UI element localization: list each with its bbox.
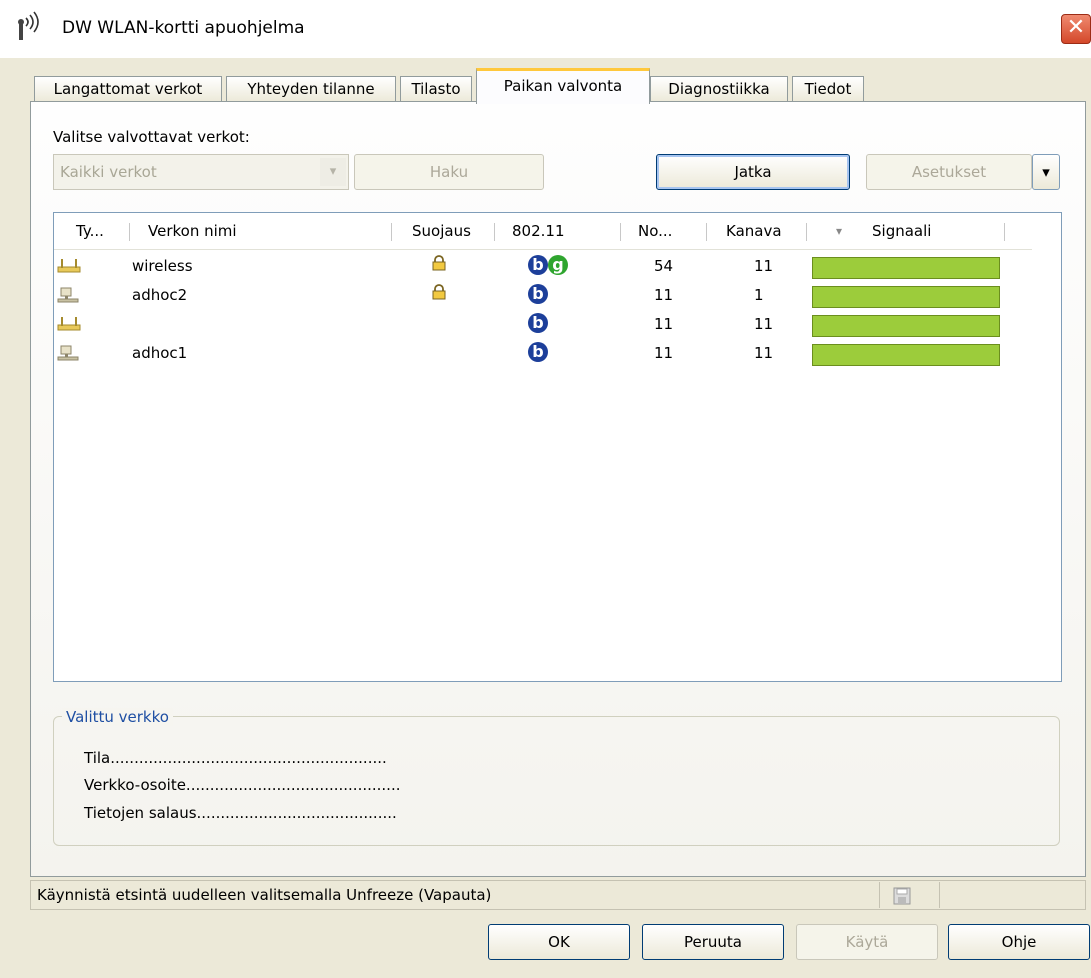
rate-value: 54 <box>654 257 674 275</box>
table-row[interactable]: adhoc1 b 11 11 <box>54 340 1029 369</box>
network-filter-value: Kaikki verkot <box>60 163 157 181</box>
column-header-signal[interactable]: Signaali <box>872 213 931 249</box>
header-divider <box>54 249 1032 250</box>
column-header-network-name[interactable]: Verkon nimi <box>148 213 237 249</box>
mode-badges: b <box>528 342 548 362</box>
chevron-down-icon: ▾ <box>1042 163 1050 181</box>
floppy-disk-icon <box>893 887 911 905</box>
network-name: adhoc2 <box>132 286 188 304</box>
selected-network-title: Valittu verkko <box>62 708 173 726</box>
column-separator[interactable] <box>129 223 130 241</box>
column-header-rate[interactable]: No... <box>638 213 672 249</box>
channel-value: 11 <box>754 315 774 333</box>
network-name: wireless <box>132 257 193 275</box>
ok-button[interactable]: OK <box>488 924 630 960</box>
status-divider <box>939 882 940 908</box>
mode-b-icon: b <box>528 342 548 362</box>
tab-statistics[interactable]: Tilasto <box>400 76 472 102</box>
chevron-down-icon[interactable]: ▾ <box>320 158 346 186</box>
continue-button[interactable]: Jatka <box>656 154 850 190</box>
search-button[interactable]: Haku <box>354 154 544 190</box>
mode-g-icon: g <box>548 255 568 275</box>
mode-b-icon: b <box>528 255 548 275</box>
column-separator[interactable] <box>391 223 392 241</box>
network-filter-select[interactable]: Kaikki verkot ▾ <box>53 154 349 190</box>
signal-strength-bar <box>812 286 1000 308</box>
channel-value: 11 <box>754 344 774 362</box>
column-separator[interactable] <box>620 223 621 241</box>
mode-b-icon: b <box>528 313 548 333</box>
select-networks-label: Valitse valvottavat verkot: <box>53 128 250 146</box>
mode-badges: b <box>528 313 548 333</box>
settings-dropdown-button[interactable]: ▾ <box>1032 154 1060 190</box>
table-row[interactable]: adhoc2 b 11 1 <box>54 282 1029 311</box>
mode-b-icon: b <box>528 284 548 304</box>
status-field-label: Tila....................................… <box>84 749 387 767</box>
lock-icon <box>432 255 446 271</box>
window-title: DW WLAN-kortti apuohjelma <box>62 18 305 38</box>
table-row[interactable]: wireless b g 54 11 <box>54 253 1029 282</box>
signal-strength-bar <box>812 257 1000 279</box>
column-header-channel[interactable]: Kanava <box>726 213 782 249</box>
mode-badges: b <box>528 284 548 304</box>
rate-value: 11 <box>654 286 674 304</box>
network-address-field-label: Verkko-osoite...........................… <box>84 776 401 794</box>
tab-site-monitor[interactable]: Paikan valvonta <box>476 68 650 104</box>
data-encryption-field-label: Tietojen salaus.........................… <box>84 804 397 822</box>
mode-badges: bg <box>528 255 568 275</box>
channel-value: 1 <box>754 286 764 304</box>
table-row[interactable]: b 11 11 <box>54 311 1029 340</box>
dialog-window: DW WLAN-kortti apuohjelma ✕ Langattomat … <box>0 0 1091 978</box>
column-separator[interactable] <box>806 223 807 241</box>
column-separator[interactable] <box>706 223 707 241</box>
adhoc-network-icon <box>57 287 79 303</box>
network-name: adhoc1 <box>132 344 188 362</box>
signal-strength-bar <box>812 315 1000 337</box>
column-separator[interactable] <box>1004 223 1005 241</box>
signal-strength-bar <box>812 344 1000 366</box>
adhoc-network-icon <box>57 345 79 361</box>
close-button[interactable]: ✕ <box>1061 14 1091 44</box>
column-header-security[interactable]: Suojaus <box>412 213 471 249</box>
status-text: Käynnistä etsintä uudelleen valitsemalla… <box>37 886 492 904</box>
tab-diagnostics[interactable]: Diagnostiikka <box>650 76 788 102</box>
status-bar: Käynnistä etsintä uudelleen valitsemalla… <box>30 880 1086 910</box>
access-point-icon <box>57 317 81 331</box>
rate-value: 11 <box>654 315 674 333</box>
wireless-antenna-icon <box>18 11 39 40</box>
sort-arrow-icon: ▾ <box>836 224 843 238</box>
apply-button[interactable]: Käytä <box>796 924 938 960</box>
tab-connection-status[interactable]: Yhteyden tilanne <box>226 76 396 102</box>
rate-value: 11 <box>654 344 674 362</box>
status-divider <box>879 882 880 908</box>
help-button[interactable]: Ohje <box>948 924 1090 960</box>
channel-value: 11 <box>754 257 774 275</box>
lock-icon <box>432 284 446 300</box>
column-header-802-11[interactable]: 802.11 <box>512 213 565 249</box>
close-icon: ✕ <box>1066 15 1086 40</box>
settings-button[interactable]: Asetukset <box>866 154 1032 190</box>
network-list[interactable]: Ty... Verkon nimi Suojaus 802.11 No... K… <box>53 212 1062 682</box>
cancel-button[interactable]: Peruuta <box>642 924 784 960</box>
title-bar: DW WLAN-kortti apuohjelma ✕ <box>0 0 1091 58</box>
column-separator[interactable] <box>494 223 495 241</box>
column-header-type[interactable]: Ty... <box>76 213 104 249</box>
access-point-icon <box>57 259 81 273</box>
tab-wireless-networks[interactable]: Langattomat verkot <box>34 76 222 102</box>
tab-info[interactable]: Tiedot <box>792 76 864 102</box>
